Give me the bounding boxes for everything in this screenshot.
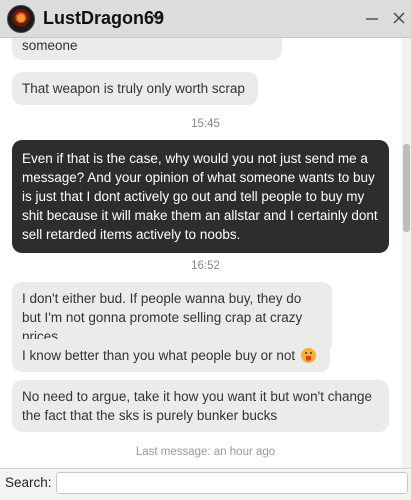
dragon-avatar-icon[interactable]: [7, 5, 35, 33]
chevron-down-icon[interactable]: [150, 10, 164, 24]
message-text: That weapon is truly only worth scrap: [22, 81, 245, 96]
message-bubble: someone: [12, 38, 282, 60]
username-label[interactable]: LustDragon69: [43, 8, 164, 29]
message-text: someone: [22, 38, 78, 53]
search-bar: Search:: [0, 468, 411, 500]
message-text: No need to argue, take it how you want i…: [22, 389, 373, 423]
message-bubble: That weapon is truly only worth scrap: [12, 72, 258, 105]
message-text: I don't either bud. If people wanna buy,…: [22, 291, 303, 344]
message-bubble: I know better than you what people buy o…: [12, 339, 330, 372]
message-bubble: No need to argue, take it how you want i…: [12, 380, 389, 432]
chat-history[interactable]: someone That weapon is truly only worth …: [0, 38, 411, 468]
close-icon[interactable]: [390, 9, 408, 27]
tongue-out-emoji-icon: [300, 348, 316, 363]
last-message-status: Last message: an hour ago: [135, 446, 276, 458]
message-bubble-sent: Even if that is the case, why would you …: [12, 140, 389, 253]
search-label: Search:: [5, 475, 52, 490]
title-bar: LustDragon69: [0, 0, 411, 38]
scrollbar-thumb[interactable]: [403, 144, 410, 232]
search-input[interactable]: [56, 472, 408, 494]
timestamp: 15:45: [191, 118, 220, 130]
message-text: I know better than you what people buy o…: [22, 348, 296, 363]
minimize-icon[interactable]: [363, 9, 381, 27]
timestamp: 16:52: [191, 260, 220, 272]
message-text: Even if that is the case, why would you …: [22, 151, 378, 242]
chat-scrollbar[interactable]: [402, 38, 411, 468]
